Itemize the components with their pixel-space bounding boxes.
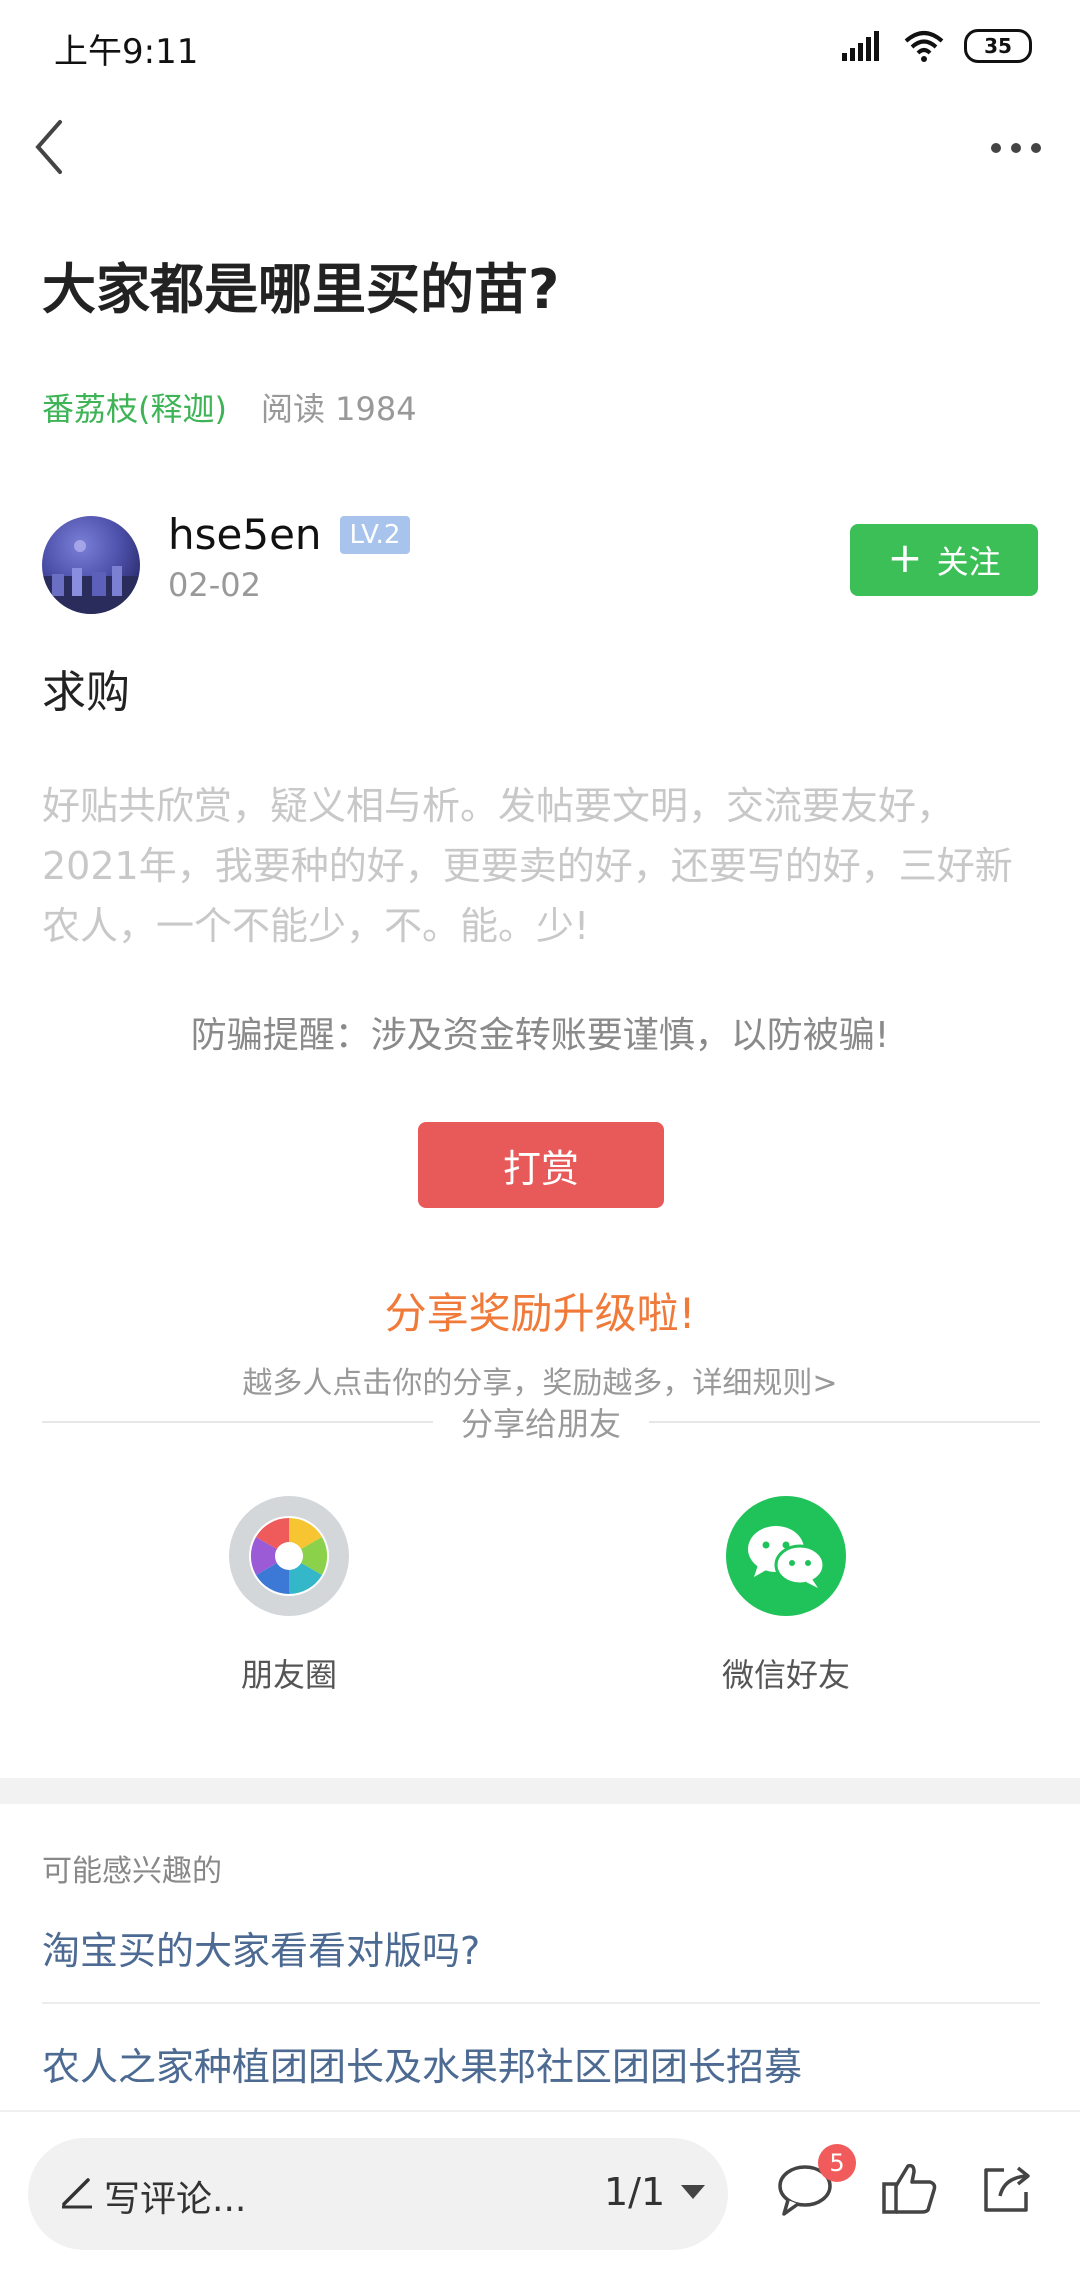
status-icons: 35	[840, 26, 1032, 66]
reward-button[interactable]: 打赏	[418, 1122, 664, 1208]
reward-label: 打赏	[502, 1146, 579, 1191]
author-name[interactable]: hse5en	[168, 510, 322, 559]
status-time: 上午9:11	[54, 32, 199, 72]
page-number: 1/1	[604, 2170, 666, 2214]
comment-placeholder: 写评论...	[104, 2179, 247, 2220]
follow-label: 关注	[936, 543, 1001, 581]
wechat-label: 微信好友	[721, 1656, 850, 1694]
more-dots-icon	[991, 143, 1041, 153]
like-button[interactable]	[880, 2160, 938, 2218]
moments-label: 朋友圈	[240, 1656, 337, 1694]
anti-fraud-notice: 防骗提醒：涉及资金转账要谨慎，以防被骗!	[190, 1015, 890, 1056]
section-separator	[0, 1778, 1080, 1804]
share-arrow-icon	[984, 2166, 1030, 2212]
list-divider	[42, 2002, 1040, 2004]
recommend-header: 可能感兴趣的	[42, 1854, 222, 1889]
caret-down-icon	[681, 2185, 706, 2199]
pen-icon	[58, 2170, 98, 2210]
signal-icon	[842, 31, 879, 61]
post-date: 02-02	[168, 566, 261, 604]
follow-button[interactable]: + 关注	[850, 524, 1038, 596]
page-selector[interactable]: 1/1	[604, 2170, 706, 2214]
battery-icon: 35	[964, 29, 1032, 63]
recommend-item[interactable]: 农人之家种植团团长及水果邦社区团团长招募	[42, 2036, 802, 2091]
post-body: 求购	[42, 667, 130, 718]
share-button[interactable]	[978, 2160, 1036, 2218]
recommend-item[interactable]: 淘宝买的大家看看对版吗?	[42, 1920, 480, 1975]
category-link[interactable]: 番荔枝(释迦)	[42, 384, 227, 430]
thumbs-up-icon	[882, 2163, 937, 2214]
wechat-icon	[726, 1496, 846, 1616]
plus-icon: +	[887, 533, 923, 582]
community-slogan: 好贴共欣赏，疑义相与析。发帖要文明，交流要友好，2021年，我要种的好，更要卖的…	[42, 784, 1013, 948]
avatar[interactable]	[42, 516, 140, 614]
share-rules-link[interactable]: 越多人点击你的分享，奖励越多，详细规则>	[0, 1358, 1080, 1402]
level-badge: LV.2	[339, 515, 411, 554]
share-divider: 分享给朋友	[42, 1402, 1041, 1443]
share-moments-button[interactable]: 朋友圈	[169, 1496, 409, 1696]
wifi-icon	[904, 31, 944, 62]
divider-line	[42, 1421, 433, 1423]
share-title: 分享奖励升级啦!	[384, 1289, 696, 1338]
back-button[interactable]	[24, 112, 84, 182]
post-meta: 番荔枝(释迦) 阅读 1984	[42, 384, 417, 430]
divider-line	[649, 1421, 1041, 1423]
more-button[interactable]	[986, 130, 1046, 166]
read-count: 阅读 1984	[260, 390, 417, 428]
comment-count-badge: 5	[818, 2144, 856, 2182]
avatar-image	[42, 540, 140, 614]
author-row: hse5en LV.2	[168, 510, 411, 559]
share-divider-label: 分享给朋友	[461, 1405, 622, 1443]
post-title: 大家都是哪里买的苗?	[42, 258, 560, 321]
share-wechat-button[interactable]: 微信好友	[666, 1496, 906, 1696]
chevron-left-icon	[35, 120, 62, 174]
moments-icon	[229, 1496, 349, 1616]
